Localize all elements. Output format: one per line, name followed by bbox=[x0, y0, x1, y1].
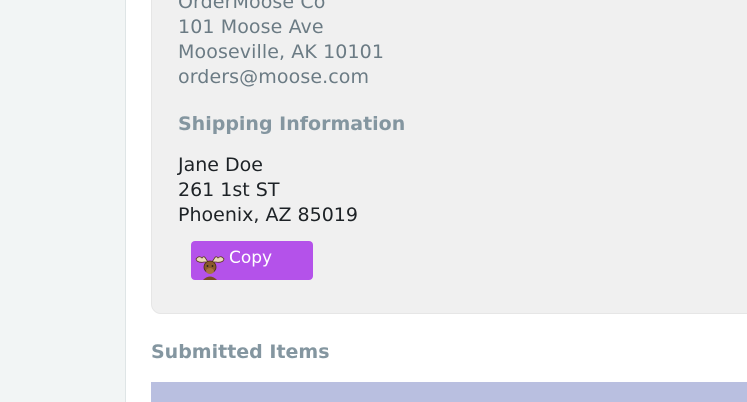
submitted-items-table-header bbox=[151, 382, 747, 402]
vendor-email: orders@moose.com bbox=[178, 66, 370, 88]
shipping-name: Jane Doe bbox=[178, 154, 263, 176]
vendor-street: 101 Moose Ave bbox=[178, 16, 324, 38]
order-details-card: OrderMoose Co 101 Moose Ave Mooseville, … bbox=[151, 0, 747, 314]
copy-button[interactable]: Copy bbox=[191, 241, 313, 280]
shipping-city-state-zip: Phoenix, AZ 85019 bbox=[178, 204, 358, 226]
shipping-street: 261 1st ST bbox=[178, 179, 280, 201]
moose-icon bbox=[195, 256, 225, 280]
vendor-city-state-zip: Mooseville, AK 10101 bbox=[178, 41, 385, 63]
sidebar bbox=[0, 0, 126, 402]
shipping-information-heading: Shipping Information bbox=[178, 113, 406, 135]
vendor-name: OrderMoose Co bbox=[178, 0, 326, 13]
copy-button-label: Copy bbox=[229, 248, 273, 268]
submitted-items-heading: Submitted Items bbox=[151, 341, 330, 363]
main-content: OrderMoose Co 101 Moose Ave Mooseville, … bbox=[126, 0, 747, 402]
